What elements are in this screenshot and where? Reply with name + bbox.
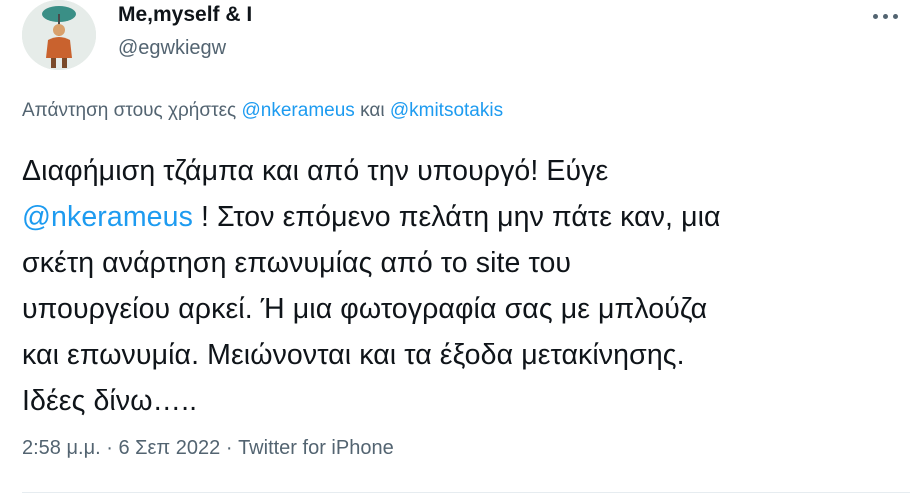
tweet-time[interactable]: 2:58 μ.μ. xyxy=(22,437,101,459)
divider xyxy=(22,492,910,493)
reply-conjunction: και xyxy=(360,100,385,121)
tweet-line-5: και επωνυμία. Μειώνονται και τα έξοδα με… xyxy=(22,339,685,371)
tweet-line-2-text: ! Στον επόμενο πελάτη μην πάτε καν, μια xyxy=(192,201,721,233)
tweet-meta: 2:58 μ.μ. · 6 Σεπ 2022 · Twitter for iPh… xyxy=(22,437,394,460)
tweet-source[interactable]: Twitter for iPhone xyxy=(238,437,394,459)
tweet-line-3: σκέτη ανάρτηση επωνυμίας από το site του xyxy=(22,247,572,279)
tweet-text: Διαφήμιση τζάμπα και από την υπουργό! Εύ… xyxy=(22,148,912,424)
tweet-mention-nkerameus[interactable]: @nkerameus xyxy=(22,201,193,233)
tweet-line-2: @nkerameus ! Στον επόμενο πελάτη μην πάτ… xyxy=(22,194,912,240)
reply-prefix: Απάντηση στους χρήστες xyxy=(22,100,237,121)
tweet-header: Me,myself & I @egwkiegw xyxy=(22,0,902,72)
reply-context: Απάντηση στους χρήστες @nkerameus και @k… xyxy=(22,100,503,122)
meta-separator: · xyxy=(106,437,113,459)
meta-separator: · xyxy=(225,437,233,459)
reply-mention-nkerameus[interactable]: @nkerameus xyxy=(242,100,355,121)
avatar-image xyxy=(22,0,96,70)
avatar[interactable] xyxy=(22,0,96,70)
reply-mention-kmitsotakis[interactable]: @kmitsotakis xyxy=(390,100,503,121)
tweet-line-6: Ιδέες δίνω….. xyxy=(22,385,198,417)
tweet-line-4: υπουργείου αρκεί. Ή μια φωτογραφία σας μ… xyxy=(22,293,708,325)
more-horizontal-icon[interactable] xyxy=(872,4,902,28)
author-handle[interactable]: @egwkiegw xyxy=(118,37,226,60)
tweet-line-1: Διαφήμιση τζάμπα και από την υπουργό! Εύ… xyxy=(22,155,609,187)
author-display-name[interactable]: Me,myself & I xyxy=(118,3,252,27)
tweet-date[interactable]: 6 Σεπ 2022 xyxy=(118,437,220,459)
